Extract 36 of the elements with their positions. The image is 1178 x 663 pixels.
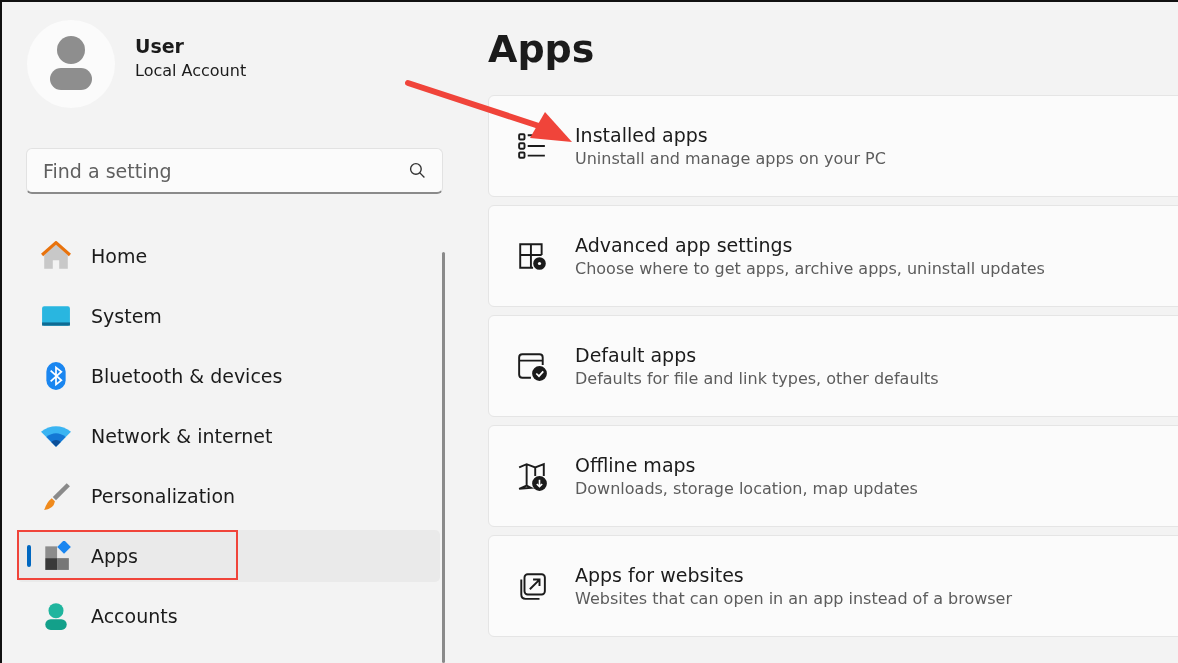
card-title: Installed apps <box>575 124 709 146</box>
settings-card[interactable]: Offline maps Downloads, storage location, map updates <box>488 425 1178 527</box>
nav-item[interactable]: Accounts <box>17 590 440 642</box>
window-check-icon <box>517 351 547 381</box>
nav-item[interactable]: Bluetooth & devices <box>17 350 440 402</box>
card-subtitle: Choose where to get apps, archive apps, uninstall updates <box>575 259 1045 278</box>
card-title: Advanced app settings <box>575 234 794 256</box>
avatar-icon <box>27 20 115 108</box>
house-icon <box>41 241 71 271</box>
open-external-icon <box>517 571 547 601</box>
search-icon <box>409 162 426 179</box>
card-subtitle: Websites that can open in an app instead of a browser <box>575 589 1013 608</box>
card-title: Default apps <box>575 344 698 366</box>
brush-icon <box>41 481 71 511</box>
settings-card[interactable]: Installed apps Uninstall and manage apps on your PC <box>488 95 1178 197</box>
settings-card[interactable]: Default apps Defaults for file and link types, other defaults <box>488 315 1178 417</box>
user-name: User <box>135 34 185 57</box>
card-subtitle: Uninstall and manage apps on your PC <box>575 149 886 168</box>
window-gear-icon <box>517 241 547 271</box>
selection-indicator <box>27 545 31 567</box>
card-title: Apps for websites <box>575 564 745 586</box>
search-field[interactable]: Find a setting <box>26 148 443 194</box>
card-title: Offline maps <box>575 454 697 476</box>
map-download-icon <box>517 461 547 491</box>
nav-item[interactable]: Home <box>17 230 440 282</box>
card-subtitle: Downloads, storage location, map updates <box>575 479 918 498</box>
card-subtitle: Defaults for file and link types, other defaults <box>575 369 939 388</box>
settings-card[interactable]: Apps for websites Websites that can open in an app instead of a browser <box>488 535 1178 637</box>
settings-card[interactable]: Advanced app settings Choose where to get apps, archive apps, uninstall updates <box>488 205 1178 307</box>
nav-item[interactable]: System <box>17 290 440 342</box>
nav-item[interactable]: Apps <box>17 530 440 582</box>
nav-item[interactable]: Personalization <box>17 470 440 522</box>
nav-item[interactable]: Network & internet <box>17 410 440 462</box>
page-title: Apps <box>488 26 596 72</box>
account-type: Local Account <box>135 60 247 80</box>
list-icon <box>517 131 547 161</box>
